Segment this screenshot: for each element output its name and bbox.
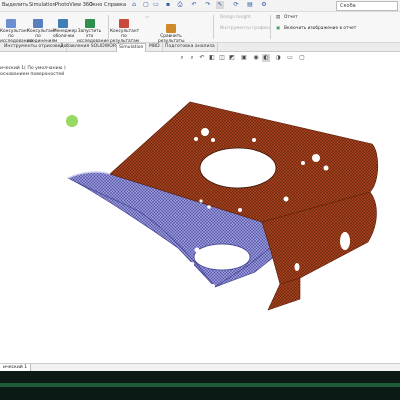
tab-mbd[interactable]: MBD — [147, 43, 163, 51]
menu-bar: Выделить Simulation PhotoView 360 Окно С… — [0, 0, 400, 12]
large-hole-top — [199, 147, 277, 189]
side-hole — [340, 232, 350, 250]
print-icon[interactable]: ⎙ — [176, 1, 184, 9]
graphics-viewport[interactable]: ⌕ ⌕ ↶ ◧ ◫ ◩ ▣ ◉ ◐ ◑ ▭ ▢ ический 1( По ум… — [0, 52, 400, 362]
mounting-hole — [199, 199, 203, 203]
mounting-hole — [312, 154, 320, 162]
shell-manager-button[interactable]: Менеджер оболочки — [53, 14, 77, 39]
search-box[interactable]: Скоба — [336, 1, 398, 11]
mounting-hole — [301, 161, 305, 165]
design-insight-button: Design Insight — [220, 15, 251, 20]
command-manager-tabs: Инструменты отрисовки Добавления SOLIDWO… — [0, 43, 400, 52]
study-advisor-icon — [6, 19, 16, 28]
mounting-hole — [211, 138, 215, 142]
study-advisor-button[interactable]: Консультант по исследованию — [0, 14, 33, 44]
ribbon-separator — [108, 15, 109, 39]
include-image-button[interactable]: Включить изображение в отчет — [284, 26, 356, 31]
mounting-hole — [246, 287, 250, 291]
mounting-hole — [323, 165, 329, 171]
pin-icon[interactable]: ⌂ — [130, 1, 138, 9]
cursor-highlight — [66, 115, 78, 127]
open-icon[interactable]: ▭ — [152, 1, 160, 9]
mounting-hole — [201, 128, 209, 136]
mounting-hole — [190, 262, 194, 266]
connections-advisor-button[interactable]: Консультант по соединениям — [27, 14, 57, 44]
command-manager-ribbon: Консультант по исследованию Консультант … — [0, 12, 400, 44]
ribbon-separator — [270, 15, 271, 39]
options-gear-icon[interactable]: ⚙ — [260, 1, 268, 9]
menu-item-window[interactable]: Окно — [89, 2, 102, 8]
mounting-hole — [194, 247, 200, 253]
results-advisor-icon — [119, 19, 129, 28]
mounting-hole — [194, 137, 198, 141]
tab-sketch-tools[interactable]: Инструменты отрисовки — [2, 43, 67, 51]
tab-analysis-preparation[interactable]: Подготовка анализа — [163, 43, 218, 51]
mounting-hole — [283, 196, 289, 202]
menu-item-select[interactable]: Выделить — [2, 2, 28, 8]
tab-simulation[interactable]: Simulation — [116, 43, 147, 52]
run-study-button[interactable]: Запустить это исследование — [77, 14, 109, 44]
plot-tools-button: Инструменты графика — [220, 26, 272, 31]
file-properties-icon[interactable]: ▤ — [246, 1, 254, 9]
status-bar: ический 1 — [0, 363, 400, 371]
connections-advisor-icon — [33, 19, 43, 28]
select-cursor-icon[interactable]: ↖ — [216, 1, 224, 9]
large-hole-bottom — [193, 243, 251, 271]
redo-icon[interactable]: ↷ — [204, 1, 212, 9]
mounting-hole — [238, 208, 242, 212]
include-image-icon[interactable]: ▣ — [276, 26, 280, 31]
meshed-bracket-model[interactable] — [0, 52, 400, 362]
side-hole — [294, 263, 300, 271]
new-document-icon[interactable]: ▢ — [142, 1, 150, 9]
undo-icon[interactable]: ↶ — [190, 1, 198, 9]
compare-results-button[interactable]: Сравнить результаты — [158, 19, 185, 44]
ribbon-separator — [213, 15, 214, 39]
run-study-icon — [84, 19, 95, 28]
mounting-hole — [160, 268, 166, 274]
study-tab[interactable]: ический 1 — [0, 364, 32, 371]
menu-item-simulation[interactable]: Simulation — [29, 2, 56, 8]
document-name: Скоба — [340, 3, 356, 9]
mounting-hole — [252, 138, 256, 142]
report-button[interactable]: Отчет — [284, 15, 298, 20]
disabled-ribbon-tool-icon: ▭ — [145, 15, 150, 20]
shell-manager-icon — [58, 19, 68, 28]
taskbar — [0, 371, 400, 400]
taskbar-accent-line — [0, 383, 400, 387]
results-advisor-button[interactable]: Консультант по результатам — [110, 14, 139, 44]
menu-item-help[interactable]: Справка — [104, 2, 126, 8]
report-icon[interactable]: ▤ — [276, 15, 280, 20]
compare-results-icon — [166, 24, 176, 33]
mounting-hole — [207, 205, 211, 209]
save-icon[interactable]: ▪ — [164, 1, 172, 9]
menu-item-photoview[interactable]: PhotoView 360 — [55, 2, 92, 8]
mounting-hole — [211, 284, 215, 288]
tab-solidworks-addins[interactable]: Добавления SOLIDWORKS — [58, 43, 125, 51]
outer-lower-wall — [267, 277, 301, 311]
rebuild-icon[interactable]: ⟳ — [232, 1, 240, 9]
